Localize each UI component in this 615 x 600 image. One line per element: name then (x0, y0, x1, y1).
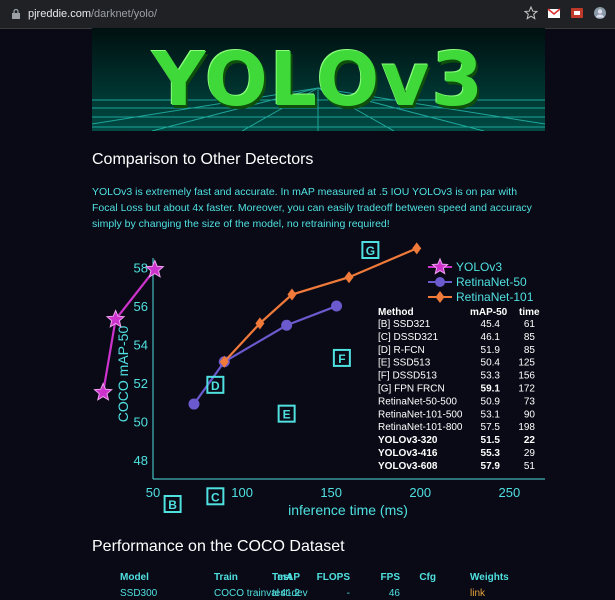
table-method: YOLOv3-416 (378, 448, 438, 459)
profile-icon[interactable] (593, 6, 607, 20)
table-map: 53.1 (481, 409, 501, 420)
weights-link[interactable]: link (470, 588, 485, 599)
table-method: [F] DSSD513 (378, 371, 437, 382)
address-bar[interactable]: pjreddie.com/darknet/yolo/ (0, 0, 157, 28)
legend-marker (435, 291, 445, 303)
table-method: RetinaNet-101-800 (378, 422, 463, 433)
perf-table-header: Model (120, 572, 149, 583)
browser-toolbar: pjreddie.com/darknet/yolo/ (0, 0, 615, 29)
y-tick-label: 58 (134, 261, 148, 276)
table-map: 46.1 (481, 332, 501, 343)
table-map: 45.4 (481, 319, 501, 330)
table-map: 53.3 (481, 371, 501, 382)
data-point (344, 271, 354, 284)
legend-label: RetinaNet-50 (456, 275, 527, 289)
table-method: RetinaNet-50-500 (378, 396, 457, 407)
data-point (144, 259, 165, 278)
table-method: [C] DSSD321 (378, 332, 438, 343)
perf-table-cell: 41.2 (280, 588, 300, 599)
perf-table-header: mAP (277, 572, 300, 583)
table-header: Method (378, 307, 414, 318)
x-tick-label: 50 (146, 485, 160, 500)
table-time: 22 (524, 435, 536, 446)
x-tick-label: 100 (231, 485, 253, 500)
table-time: 125 (518, 358, 535, 369)
labeled-point-label: E (283, 408, 291, 422)
table-time: 85 (524, 345, 536, 356)
table-method: [D] R-FCN (378, 345, 425, 356)
table-time: 29 (524, 448, 536, 459)
table-map: 50.9 (481, 396, 501, 407)
legend-marker (431, 257, 449, 275)
url-path: /darknet/yolo/ (90, 8, 158, 20)
extension-icon[interactable] (570, 6, 584, 20)
table-method: [E] SSD513 (378, 358, 431, 369)
perf-table-cell: SSD300 (120, 588, 158, 599)
section-heading-performance: Performance on the COCO Dataset (92, 538, 345, 555)
perf-table-header: FLOPS (316, 572, 350, 583)
table-map: 50.4 (481, 358, 501, 369)
x-tick-label: 200 (409, 485, 431, 500)
data-point (412, 242, 422, 255)
table-method: YOLOv3-320 (378, 435, 438, 446)
lock-icon (12, 8, 20, 19)
y-tick-label: 52 (134, 376, 148, 391)
data-point (93, 382, 113, 401)
section-heading-comparison: Comparison to Other Detectors (92, 151, 314, 168)
y-tick-label: 56 (134, 299, 148, 314)
labeled-point-label: F (338, 352, 345, 366)
table-map: 57.5 (481, 422, 501, 433)
url-domain: pjreddie.com (28, 8, 91, 20)
table-time: 61 (524, 319, 536, 330)
table-time: 90 (524, 409, 536, 420)
perf-table-cell: - (346, 588, 350, 599)
labeled-point-label: G (366, 244, 375, 258)
y-tick-label: 48 (134, 453, 148, 468)
table-map: 55.3 (481, 448, 501, 459)
table-header: time (519, 307, 540, 318)
table-map: 57.9 (481, 461, 501, 472)
table-time: 51 (524, 461, 536, 472)
perf-table-header: Weights (470, 572, 509, 583)
labeled-point-label: B (168, 498, 177, 512)
table-method: [G] FPN FRCN (378, 384, 445, 395)
data-point (331, 300, 343, 312)
table-map: 51.9 (481, 345, 501, 356)
table-time: 85 (524, 332, 536, 343)
legend-label: RetinaNet-101 (456, 290, 534, 304)
labeled-point-label: C (211, 490, 220, 504)
data-point (188, 398, 200, 410)
intro-paragraph: YOLOv3 is extremely fast and accurate. I… (92, 186, 532, 230)
table-map: 59.1 (481, 384, 501, 395)
table-map: 51.5 (481, 435, 501, 446)
perf-table-header: Train (214, 572, 238, 583)
legend-marker (435, 277, 445, 287)
y-tick-label: 54 (134, 337, 148, 352)
perf-table-header: Cfg (419, 572, 436, 583)
banner-title: YOLOv3 (151, 36, 485, 123)
perf-table-header: FPS (380, 572, 400, 583)
x-axis-label: inference time (ms) (288, 502, 408, 518)
table-time: 73 (524, 396, 536, 407)
y-tick-label: 50 (134, 414, 148, 429)
x-tick-label: 250 (499, 485, 521, 500)
comparison-chart: 50 100 150 200 250 48 50 52 54 56 58 inference time… (93, 241, 545, 518)
table-method: RetinaNet-101-500 (378, 409, 463, 420)
yolo-banner: YOLOv3 (92, 28, 545, 131)
data-point (281, 319, 293, 331)
table-method: [B] SSD321 (378, 319, 431, 330)
table-time: 198 (518, 422, 535, 433)
labeled-point-label: D (211, 379, 220, 393)
y-axis-label: COCO mAP-50 (115, 326, 131, 423)
gmail-extension-icon[interactable] (547, 6, 561, 20)
perf-table-cell: 46 (388, 588, 400, 599)
x-tick-label: 150 (320, 485, 342, 500)
table-time: 172 (518, 384, 535, 395)
legend-label: YOLOv3 (456, 260, 502, 274)
star-bookmark-icon[interactable] (524, 6, 538, 20)
table-method: YOLOv3-608 (378, 461, 438, 472)
table-time: 156 (518, 371, 535, 382)
table-header: mAP-50 (470, 307, 508, 318)
